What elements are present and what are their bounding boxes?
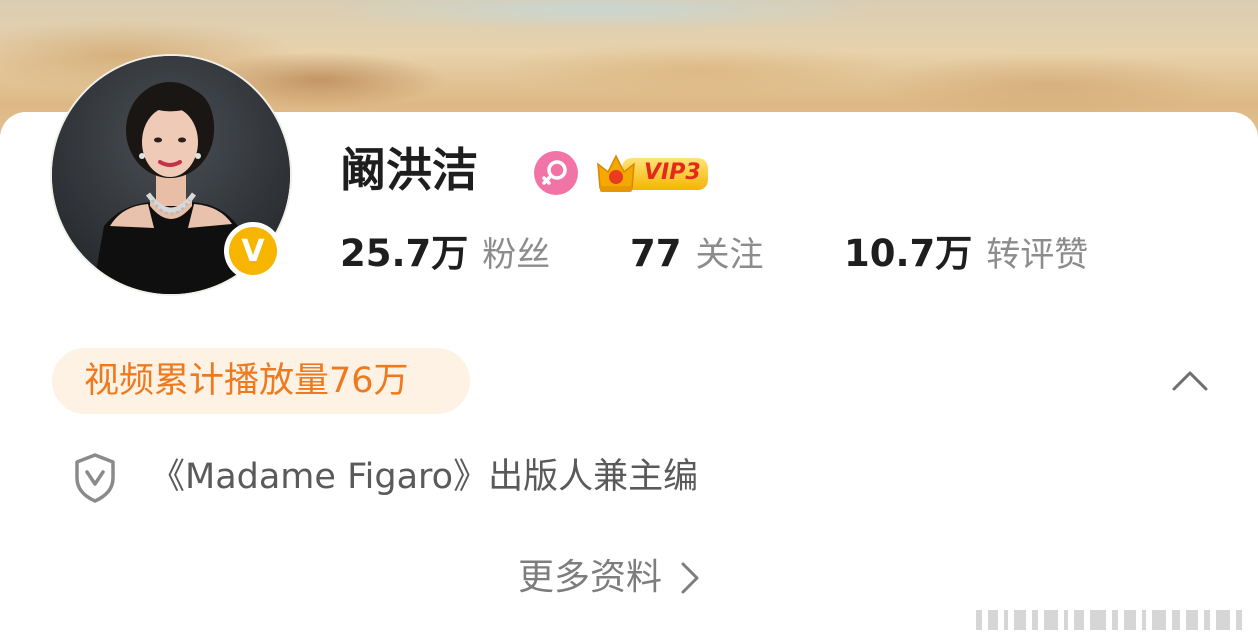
chevron-right-icon xyxy=(681,562,699,594)
following-count: 77 xyxy=(630,232,682,275)
shield-v-icon xyxy=(75,453,115,503)
stat-reposts-likes[interactable]: 10.7万 转评赞 xyxy=(844,228,1088,287)
chevron-up-icon[interactable] xyxy=(1170,365,1210,395)
verified-v-icon: V xyxy=(229,227,277,275)
following-label: 关注 xyxy=(695,235,764,275)
profile-name: 阚洪洁 xyxy=(340,143,478,197)
profile-screen: V 阚洪洁 VIP3 25.7万 粉丝 77 关注 10.7万 转评赞 视频累计… xyxy=(0,0,1258,644)
stat-fans[interactable]: 25.7万 粉丝 xyxy=(340,228,550,287)
fans-label: 粉丝 xyxy=(482,235,551,275)
bio-text: 《Madame Figaro》出版人兼主编 xyxy=(150,457,699,497)
vip-level-label: VIP3 xyxy=(644,160,701,185)
reposts-label: 转评赞 xyxy=(986,235,1089,275)
reposts-count: 10.7万 xyxy=(844,232,973,275)
fans-count: 25.7万 xyxy=(340,232,469,275)
stat-following[interactable]: 77 关注 xyxy=(630,228,764,287)
more-info-label: 更多资料 xyxy=(518,557,663,598)
verified-badge[interactable]: V xyxy=(224,222,282,280)
female-icon xyxy=(534,151,578,195)
video-plays-text: 视频累计播放量76万 xyxy=(84,361,409,401)
more-info-link[interactable]: 更多资料 xyxy=(518,550,702,606)
watermark-bars xyxy=(976,610,1242,630)
